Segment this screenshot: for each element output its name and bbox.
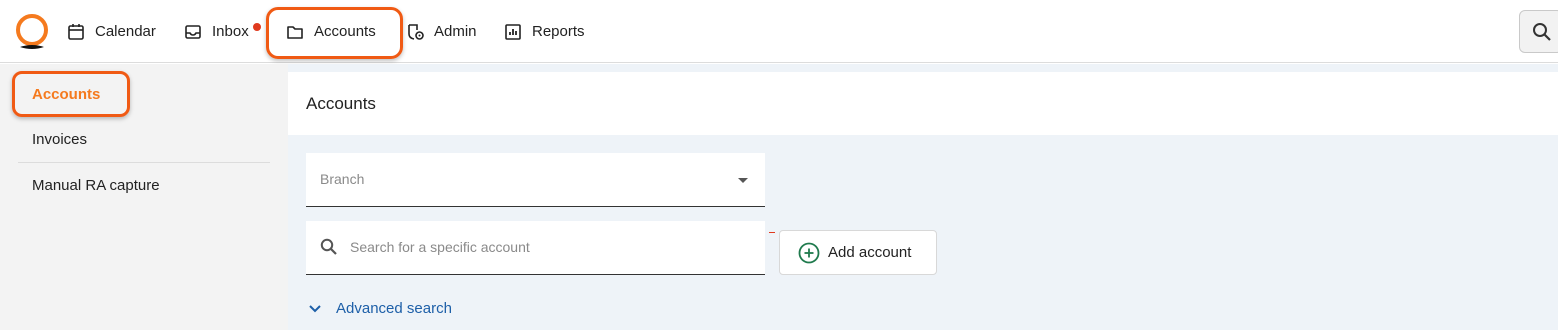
nav-label-calendar: Calendar	[95, 23, 156, 40]
sidebar: Accounts Invoices Manual RA capture	[0, 64, 288, 330]
add-account-label: Add account	[828, 244, 912, 261]
add-account-button[interactable]: Add account	[779, 230, 937, 275]
account-search-field	[306, 221, 765, 275]
page-title: Accounts	[306, 94, 376, 113]
search-icon	[1533, 22, 1551, 41]
sidebar-item-invoices[interactable]: Invoices	[32, 131, 87, 148]
nav-label-inbox: Inbox	[212, 23, 249, 40]
caret-down-icon	[738, 178, 748, 183]
branch-label: Branch	[320, 171, 365, 187]
nav-item-inbox[interactable]: Inbox	[184, 0, 261, 63]
app-logo[interactable]	[14, 13, 50, 51]
nav-item-admin[interactable]: Admin	[406, 0, 477, 63]
required-marker	[769, 232, 775, 233]
reports-chart-icon	[505, 23, 521, 40]
branch-select[interactable]: Branch	[306, 153, 765, 207]
notification-dot	[253, 23, 261, 31]
account-search-input[interactable]	[350, 221, 750, 273]
top-navigation-bar: Calendar Inbox Accounts Admin Reports	[0, 0, 1558, 63]
folder-icon	[287, 25, 303, 39]
admin-gear-icon	[408, 23, 424, 40]
nav-item-calendar[interactable]: Calendar	[67, 0, 156, 63]
chevron-down-icon	[309, 304, 321, 312]
advanced-search-toggle[interactable]: Advanced search	[308, 300, 452, 317]
advanced-search-label: Advanced search	[336, 300, 452, 317]
calendar-icon	[68, 23, 84, 40]
global-search-button[interactable]	[1519, 10, 1558, 53]
sidebar-item-accounts[interactable]: Accounts	[32, 86, 100, 103]
nav-item-accounts[interactable]: Accounts	[286, 0, 376, 63]
page-header: Accounts	[288, 72, 1558, 135]
add-circle-icon	[798, 242, 820, 263]
main-content: Accounts Branch Add account Advanced sea…	[288, 64, 1558, 330]
sidebar-item-manual-ra-capture[interactable]: Manual RA capture	[32, 177, 160, 194]
nav-item-reports[interactable]: Reports	[504, 0, 585, 63]
sidebar-divider	[18, 162, 270, 163]
search-icon	[320, 238, 337, 255]
nav-label-reports: Reports	[532, 23, 585, 40]
nav-label-accounts: Accounts	[314, 23, 376, 40]
nav-label-admin: Admin	[434, 23, 477, 40]
inbox-icon	[185, 24, 201, 39]
